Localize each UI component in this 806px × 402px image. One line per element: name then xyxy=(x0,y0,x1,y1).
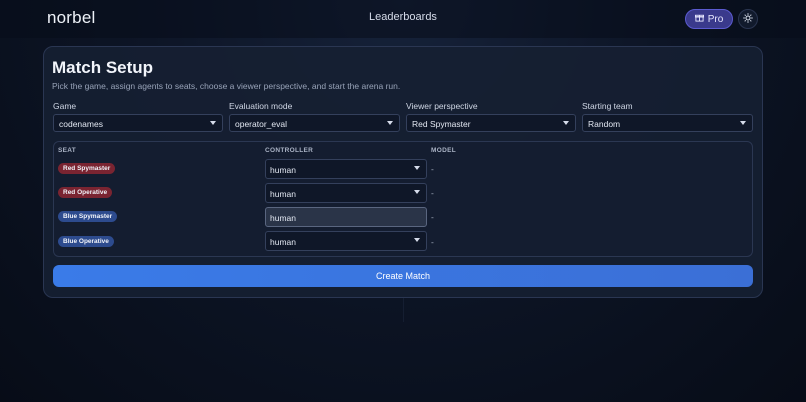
controller-select-blue-operative[interactable]: human xyxy=(265,231,427,251)
pro-button[interactable]: Pro xyxy=(685,9,733,29)
seat-badge-blue-operative: Blue Operative xyxy=(58,236,114,247)
starting-team-select[interactable]: Random xyxy=(582,114,753,132)
chevron-down-icon xyxy=(563,121,569,125)
chevron-down-icon xyxy=(210,121,216,125)
model-value-red-operative: - xyxy=(431,188,434,198)
model-value-blue-operative: - xyxy=(431,237,434,247)
background-divider xyxy=(403,298,404,322)
starting-team-select-value: Random xyxy=(588,119,621,129)
controller-select-red-operative[interactable]: human xyxy=(265,183,427,203)
seat-column-header: SEAT xyxy=(58,147,77,154)
chevron-down-icon xyxy=(414,166,420,170)
chevron-down-icon xyxy=(414,238,420,242)
controller-select-red-spymaster[interactable]: human xyxy=(265,159,427,179)
page-subtitle: Pick the game, assign agents to seats, c… xyxy=(52,81,401,91)
evaluation-mode-select[interactable]: operator_eval xyxy=(229,114,400,132)
evaluation-mode-select-value: operator_eval xyxy=(235,119,287,129)
controller-select-value: human xyxy=(270,189,296,199)
controller-select-blue-spymaster[interactable]: human xyxy=(265,207,427,227)
controller-select-value: human xyxy=(270,165,296,175)
controller-column-header: CONTROLLER xyxy=(265,147,314,154)
model-column-header: MODEL xyxy=(431,147,456,154)
game-label: Game xyxy=(53,101,77,111)
chevron-down-icon xyxy=(414,190,420,194)
model-value-blue-spymaster: - xyxy=(431,212,434,222)
gift-icon xyxy=(694,13,704,25)
chevron-down-icon xyxy=(387,121,393,125)
model-value-red-spymaster: - xyxy=(431,164,434,174)
viewer-perspective-select-value: Red Spymaster xyxy=(412,119,471,129)
create-match-button[interactable]: Create Match xyxy=(53,265,753,287)
game-select[interactable]: codenames xyxy=(53,114,223,132)
evaluation-mode-label: Evaluation mode xyxy=(229,101,293,111)
seat-badge-red-operative: Red Operative xyxy=(58,187,113,198)
seat-badge-red-spymaster: Red Spymaster xyxy=(58,163,116,174)
pro-label: Pro xyxy=(707,13,724,25)
controller-select-value: human xyxy=(270,237,296,247)
sun-icon xyxy=(743,10,753,28)
chevron-down-icon xyxy=(740,121,746,125)
page-title: Match Setup xyxy=(52,58,154,77)
theme-toggle-button[interactable] xyxy=(738,9,758,29)
viewer-perspective-select[interactable]: Red Spymaster xyxy=(406,114,576,132)
seat-badge-blue-spymaster: Blue Spymaster xyxy=(58,211,118,222)
controller-select-value: human xyxy=(270,213,296,223)
starting-team-label: Starting team xyxy=(582,101,633,111)
viewer-perspective-label: Viewer perspective xyxy=(406,101,478,111)
game-select-value: codenames xyxy=(59,119,103,129)
